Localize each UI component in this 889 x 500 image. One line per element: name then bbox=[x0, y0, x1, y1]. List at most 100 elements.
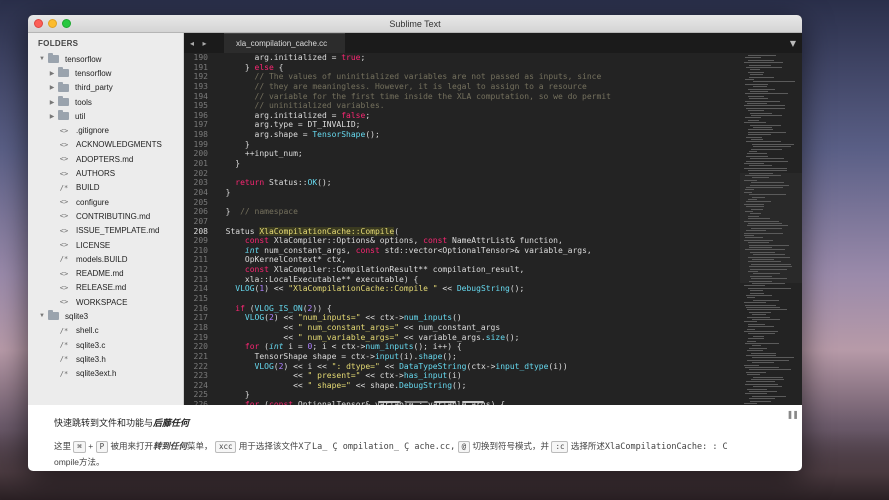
sidebar-file[interactable]: <> RELEASE.md bbox=[28, 281, 183, 295]
disclosure-closed-icon[interactable]: ▶ bbox=[48, 113, 56, 120]
code-line[interactable]: arg.initialized = true; bbox=[216, 53, 740, 63]
sidebar-file[interactable]: <> ACKNOWLEDGMENTS bbox=[28, 138, 183, 152]
code-line[interactable]: } // namespace bbox=[216, 207, 740, 217]
code-line[interactable]: arg.type = DT_INVALID; bbox=[216, 120, 740, 130]
code-line[interactable]: const XlaCompiler::CompilationResult** c… bbox=[216, 265, 740, 275]
sidebar-file[interactable]: <> LICENSE bbox=[28, 238, 183, 252]
minimap[interactable] bbox=[740, 53, 802, 405]
code-line[interactable] bbox=[216, 217, 740, 227]
code-line[interactable]: << " present=" << ctx->has_input(i) bbox=[216, 371, 740, 381]
tree-item-label: util bbox=[75, 111, 86, 121]
code-line[interactable]: ++input_num; bbox=[216, 149, 740, 159]
code-line[interactable]: } bbox=[216, 390, 740, 400]
tree-item-label: configure bbox=[76, 197, 109, 207]
tab-menu-chevron-icon[interactable]: ▼ bbox=[790, 39, 796, 48]
code-line[interactable]: arg.shape = TensorShape(); bbox=[216, 130, 740, 140]
sidebar-file[interactable]: /* sqlite3.h bbox=[28, 352, 183, 366]
sidebar-file[interactable]: <> AUTHORS bbox=[28, 166, 183, 180]
sidebar-file[interactable]: <> WORKSPACE bbox=[28, 295, 183, 309]
minimap-line bbox=[747, 350, 763, 352]
sidebar-file[interactable]: <> README.md bbox=[28, 266, 183, 280]
minimap-line bbox=[752, 357, 794, 359]
minimap-line bbox=[746, 107, 785, 109]
code-line[interactable]: } bbox=[216, 188, 740, 198]
disclosure-open-icon[interactable]: ▼ bbox=[38, 56, 46, 62]
pager-dot[interactable] bbox=[378, 401, 400, 403]
code-line[interactable]: // The values of uninitialized variables… bbox=[216, 72, 740, 82]
sidebar-file[interactable]: <> ADOPTERS.md bbox=[28, 152, 183, 166]
tab-nav-arrows[interactable]: ◂ ▸ bbox=[184, 39, 224, 48]
sidebar-folder[interactable]: ▼ tensorflow bbox=[28, 52, 183, 66]
pager-dot[interactable] bbox=[434, 401, 456, 403]
sidebar-file[interactable]: /* sqlite3ext.h bbox=[28, 367, 183, 381]
code-line[interactable]: for (int i = 0; i < ctx->num_inputs(); i… bbox=[216, 342, 740, 352]
code-line[interactable]: } bbox=[216, 140, 740, 150]
sidebar-file[interactable]: <> configure bbox=[28, 195, 183, 209]
minimap-line bbox=[746, 355, 776, 356]
disclosure-closed-icon[interactable]: ▶ bbox=[48, 99, 56, 106]
sidebar-folder[interactable]: ▶ third_party bbox=[28, 81, 183, 95]
sidebar-folder[interactable]: ▶ util bbox=[28, 109, 183, 123]
minimap-line bbox=[751, 208, 763, 210]
code-line[interactable]: TensorShape shape = ctx->input(i).shape(… bbox=[216, 352, 740, 362]
sidebar-file[interactable]: /* shell.c bbox=[28, 324, 183, 338]
sidebar-folder[interactable]: ▼ sqlite3 bbox=[28, 309, 183, 323]
disclosure-open-icon[interactable]: ▼ bbox=[38, 313, 46, 319]
code-line[interactable]: const XlaCompiler::Options& options, con… bbox=[216, 236, 740, 246]
sidebar-file[interactable]: <> .gitignore bbox=[28, 123, 183, 137]
pause-icon[interactable]: ❚❚ bbox=[787, 410, 799, 419]
sidebar-file[interactable]: <> ISSUE_TEMPLATE.md bbox=[28, 224, 183, 238]
code-line[interactable]: } else { bbox=[216, 63, 740, 73]
code-line[interactable]: << " shape=" << shape.DebugString(); bbox=[216, 381, 740, 391]
minimap-line bbox=[746, 187, 783, 188]
code-line[interactable]: VLOG(2) << "num_inputs=" << ctx->num_inp… bbox=[216, 313, 740, 323]
tree-item-label: sqlite3.h bbox=[76, 354, 106, 364]
code-line[interactable] bbox=[216, 198, 740, 208]
sidebar-folder[interactable]: ▶ tensorflow bbox=[28, 66, 183, 80]
line-number: 211 bbox=[193, 255, 208, 265]
code-line[interactable]: << " num_constant_args=" << num_constant… bbox=[216, 323, 740, 333]
minimap-line bbox=[753, 376, 783, 378]
pager-dot[interactable] bbox=[462, 401, 484, 403]
code-line[interactable] bbox=[216, 294, 740, 304]
tip-title: 快速跳转到文件和功能与后藤任何 bbox=[54, 416, 790, 429]
code-line[interactable] bbox=[216, 169, 740, 179]
disclosure-closed-icon[interactable]: ▶ bbox=[48, 70, 56, 77]
minimap-line bbox=[744, 364, 759, 366]
tree-item-label: AUTHORS bbox=[76, 169, 116, 179]
minimap-line bbox=[748, 88, 775, 90]
code-line[interactable]: << " num_variable_args=" << variable_arg… bbox=[216, 333, 740, 343]
code-line[interactable]: VLOG(1) << "XlaCompilationCache::Compile… bbox=[216, 284, 740, 294]
code-line[interactable]: // they are meaningless. However, it is … bbox=[216, 82, 740, 92]
minimap-line bbox=[750, 112, 772, 114]
code-line[interactable]: return Status::OK(); bbox=[216, 178, 740, 188]
minimap-line bbox=[751, 148, 782, 150]
sidebar: FOLDERS ▼ tensorflow ▶ tensorflow ▶ third_par… bbox=[28, 33, 184, 405]
sidebar-file[interactable]: /* models.BUILD bbox=[28, 252, 183, 266]
sidebar-file[interactable]: <> CONTRIBUTING.md bbox=[28, 209, 183, 223]
pager-dot-active[interactable] bbox=[406, 401, 428, 403]
tree-item-label: sqlite3 bbox=[65, 311, 89, 321]
code-line[interactable]: OpKernelContext* ctx, bbox=[216, 255, 740, 265]
minimap-line bbox=[748, 129, 773, 131]
code-line[interactable]: arg.initialized = false; bbox=[216, 111, 740, 121]
code-line[interactable]: // variable for the first time inside th… bbox=[216, 92, 740, 102]
code-line[interactable]: int num_constant_args, const std::vector… bbox=[216, 246, 740, 256]
tab-active-file[interactable]: xla_compilation_cache.cc bbox=[224, 33, 346, 53]
code-line[interactable]: if (VLOG_IS_ON(2)) { bbox=[216, 304, 740, 314]
sidebar-file[interactable]: /* sqlite3.c bbox=[28, 338, 183, 352]
line-number: 200 bbox=[193, 149, 208, 159]
code-area[interactable]: 190 191 192 193 194 195 196 197 198 199 200 201 202 2… bbox=[184, 53, 802, 405]
sidebar-folder[interactable]: ▶ tools bbox=[28, 95, 183, 109]
minimap-line bbox=[744, 203, 764, 205]
code-line[interactable]: xla::LocalExecutable** executable) { bbox=[216, 275, 740, 285]
sidebar-file[interactable]: /* BUILD bbox=[28, 181, 183, 195]
code-line[interactable]: VLOG(2) << i << ": dtype=" << DataTypeSt… bbox=[216, 362, 740, 372]
code-line[interactable]: } bbox=[216, 159, 740, 169]
code-line[interactable]: // uninitialized variables. bbox=[216, 101, 740, 111]
editor: ◂ ▸ xla_compilation_cache.cc ▼ 190 191 192… bbox=[184, 33, 802, 405]
minimap-line bbox=[748, 261, 781, 263]
code-text[interactable]: arg.initialized = true; } else { // The … bbox=[210, 53, 740, 405]
code-line[interactable]: Status XlaCompilationCache::Compile( bbox=[216, 226, 740, 237]
disclosure-closed-icon[interactable]: ▶ bbox=[48, 84, 56, 91]
